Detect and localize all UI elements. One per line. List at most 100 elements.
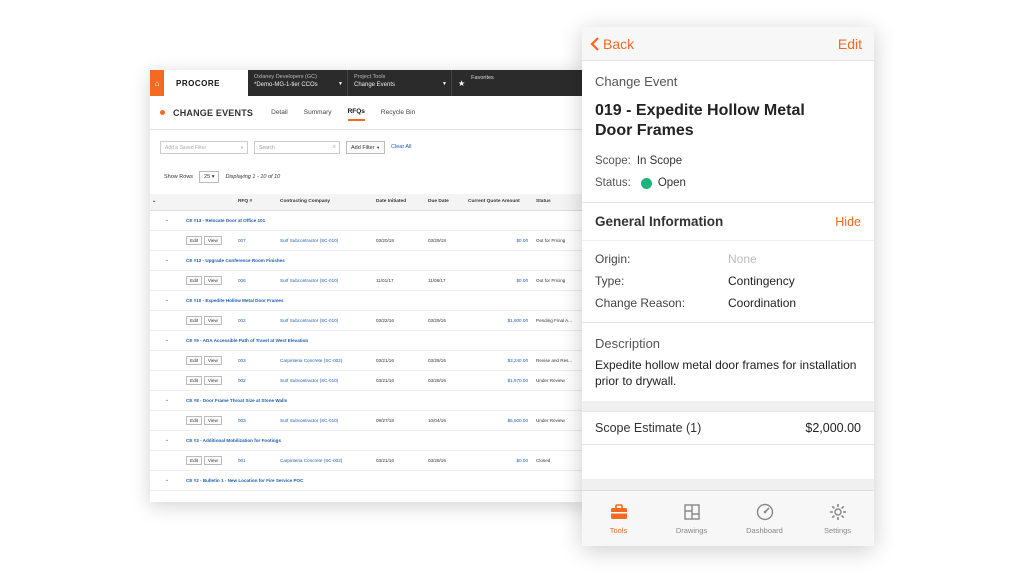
group-title[interactable]: CE #12 - Upgrade Conference Room Finishe… [184,250,590,271]
quote-amount[interactable]: $5,500.00 [466,410,534,431]
group-row[interactable]: ⌄ CE #13 - Relocate Door at Office 101 [150,210,590,231]
tab-settings[interactable]: Settings [801,491,874,546]
tab-tools[interactable]: Tools [582,491,655,546]
scope-estimate-key: Scope Estimate (1) [595,421,702,435]
filter-bar: Add a Saved Filter ▼ Search ⌕ Add Filter… [150,134,590,160]
column-header[interactable]: Date Initiated [374,194,426,211]
edit-button[interactable]: Edit [186,315,202,325]
rfq-number[interactable]: 002 [236,370,278,391]
description-section: Description Expedite hollow metal door f… [582,323,874,401]
back-button[interactable]: Back [590,36,634,52]
contracting-company[interactable]: Surf Subcontractor (SC-010) [278,230,374,251]
group-title[interactable]: CE #13 - Relocate Door at Office 101 [184,210,590,231]
section-divider [582,401,874,411]
contracting-company[interactable]: Carpinteria Concrete (SC-002) [278,450,374,471]
group-title[interactable]: CE #10 - Expedite Hollow Metal Door Fram… [184,290,590,311]
chevron-down-icon[interactable]: ⌄ [150,290,184,311]
view-button[interactable]: View [203,455,222,465]
view-button[interactable]: View [203,375,222,385]
star-icon[interactable]: ★ [452,79,471,88]
chevron-down-icon[interactable]: ⌄ [150,210,184,231]
edit-button[interactable]: Edit [186,355,202,365]
procore-logo[interactable]: PROCORE [164,70,248,96]
group-row[interactable]: ⌄ CE #12 - Upgrade Conference Room Finish… [150,250,590,271]
group-row[interactable]: ⌄ CE #8 - Door Frame Throat Size at Stone… [150,390,590,411]
table-header-row: ⌄ RFQ # Contracting Company Date Initiat… [150,194,590,211]
column-header[interactable]: Due Date [426,194,466,211]
add-filter-button[interactable]: Add Filter ▼ [346,140,386,154]
tools-selector-value: Change Events [354,82,396,88]
view-button[interactable]: View [203,315,222,325]
view-button[interactable]: View [203,275,222,285]
view-button[interactable]: View [203,355,222,365]
home-icon[interactable]: ⌂ [150,70,164,96]
status-key: Status: [595,177,631,189]
expand-all-toggle[interactable]: ⌄ [150,194,184,211]
chevron-down-icon[interactable]: ⌄ [150,470,184,491]
favorites-label[interactable]: Favorites [471,75,494,81]
scope-estimate-row[interactable]: Scope Estimate (1) $2,000.00 [582,411,874,445]
chevron-down-icon[interactable]: ⌄ [150,250,184,271]
tab-summary[interactable]: Summary [304,105,332,120]
group-title[interactable]: CE #3 - Additional Mobilization for Foot… [184,430,590,451]
pagination-bar: Show Rows 25 ▾ Displaying 1 - 10 of 10 [150,166,590,188]
rfq-number[interactable]: 007 [236,230,278,251]
group-row[interactable]: ⌄ CE #3 - Additional Mobilization for Foo… [150,430,590,451]
company-selector[interactable]: Oxlaney Developers (GC) *Demo-MG-1-tier … [248,70,348,96]
group-row[interactable]: ⌄ CE #2 - Bulletin 1 - New Location for F… [150,470,590,491]
saved-filter-select[interactable]: Add a Saved Filter ▼ [160,140,248,154]
edit-button[interactable]: Edit [186,235,202,245]
rfq-number[interactable]: 001 [236,450,278,471]
edit-button[interactable]: Edit [186,275,202,285]
column-header[interactable]: Contracting Company [278,194,374,211]
search-input[interactable]: Search ⌕ [254,140,340,154]
quote-amount[interactable]: $3,240.00 [466,350,534,371]
edit-button[interactable]: Edit [186,375,202,385]
rfq-number[interactable]: 002 [236,310,278,331]
view-button[interactable]: View [203,235,222,245]
show-rows-select[interactable]: 25 ▾ [199,171,220,183]
contracting-company[interactable]: Surf Subcontractor (SC-010) [278,310,374,331]
rfq-number[interactable]: 006 [236,270,278,291]
quote-amount[interactable]: $0.00 [466,450,534,471]
general-info-grid: Origin: None Type: Contingency Change Re… [595,252,861,310]
contracting-company[interactable]: Surf Subcontractor (SC-010) [278,270,374,291]
group-title[interactable]: CE #2 - Bulletin 1 - New Location for Fi… [184,470,590,491]
mobile-panel: Back Edit Change Event 019 - Expedite Ho… [582,27,874,546]
origin-value: None [728,252,757,266]
group-title[interactable]: CE #9 - ADA Accessible Path of Travel at… [184,330,590,351]
scope-value: In Scope [636,155,683,167]
chevron-down-icon[interactable]: ⌄ [150,330,184,351]
rfq-number[interactable]: 003 [236,410,278,431]
group-row[interactable]: ⌄ CE #10 - Expedite Hollow Metal Door Fra… [150,290,590,311]
tab-detail[interactable]: Detail [271,105,288,120]
group-row[interactable]: ⌄ CE #9 - ADA Accessible Path of Travel a… [150,330,590,351]
tab-recycle-bin[interactable]: Recycle Bin [381,105,415,120]
quote-amount[interactable]: $0.00 [466,270,534,291]
edit-button[interactable]: Edit [186,455,202,465]
tab-rfqs[interactable]: RFQs [347,104,365,121]
contracting-company[interactable]: Surf Subcontractor (SC-010) [278,370,374,391]
quote-amount[interactable]: $1,600.00 [466,310,534,331]
column-header[interactable]: Current Quote Amount [466,194,534,211]
group-title[interactable]: CE #8 - Door Frame Throat Size at Stone … [184,390,590,411]
tab-dashboard[interactable]: Dashboard [728,491,801,546]
edit-button[interactable]: Edit [838,36,862,52]
column-header[interactable]: RFQ # [236,194,278,211]
chevron-down-icon[interactable]: ⌄ [150,430,184,451]
chevron-down-icon: ⌄ [152,199,157,205]
hide-button[interactable]: Hide [835,215,861,229]
edit-button[interactable]: Edit [186,415,202,425]
tab-drawings[interactable]: Drawings [655,491,728,546]
stage: ⌂ PROCORE Oxlaney Developers (GC) *Demo-… [0,0,1024,576]
quote-amount[interactable]: $1,570.00 [466,370,534,391]
contracting-company[interactable]: Surf Subcontractor (SC-010) [278,410,374,431]
project-tools-selector[interactable]: Project Tools Change Events ▼ [348,70,452,96]
quote-amount[interactable]: $0.00 [466,230,534,251]
view-button[interactable]: View [203,415,222,425]
rfq-number[interactable]: 003 [236,350,278,371]
chevron-down-icon[interactable]: ⌄ [150,390,184,411]
row-actions: Edit View [184,270,236,291]
clear-all-link[interactable]: Clear All [391,144,411,150]
contracting-company[interactable]: Carpinteria Concrete (SC-002) [278,350,374,371]
